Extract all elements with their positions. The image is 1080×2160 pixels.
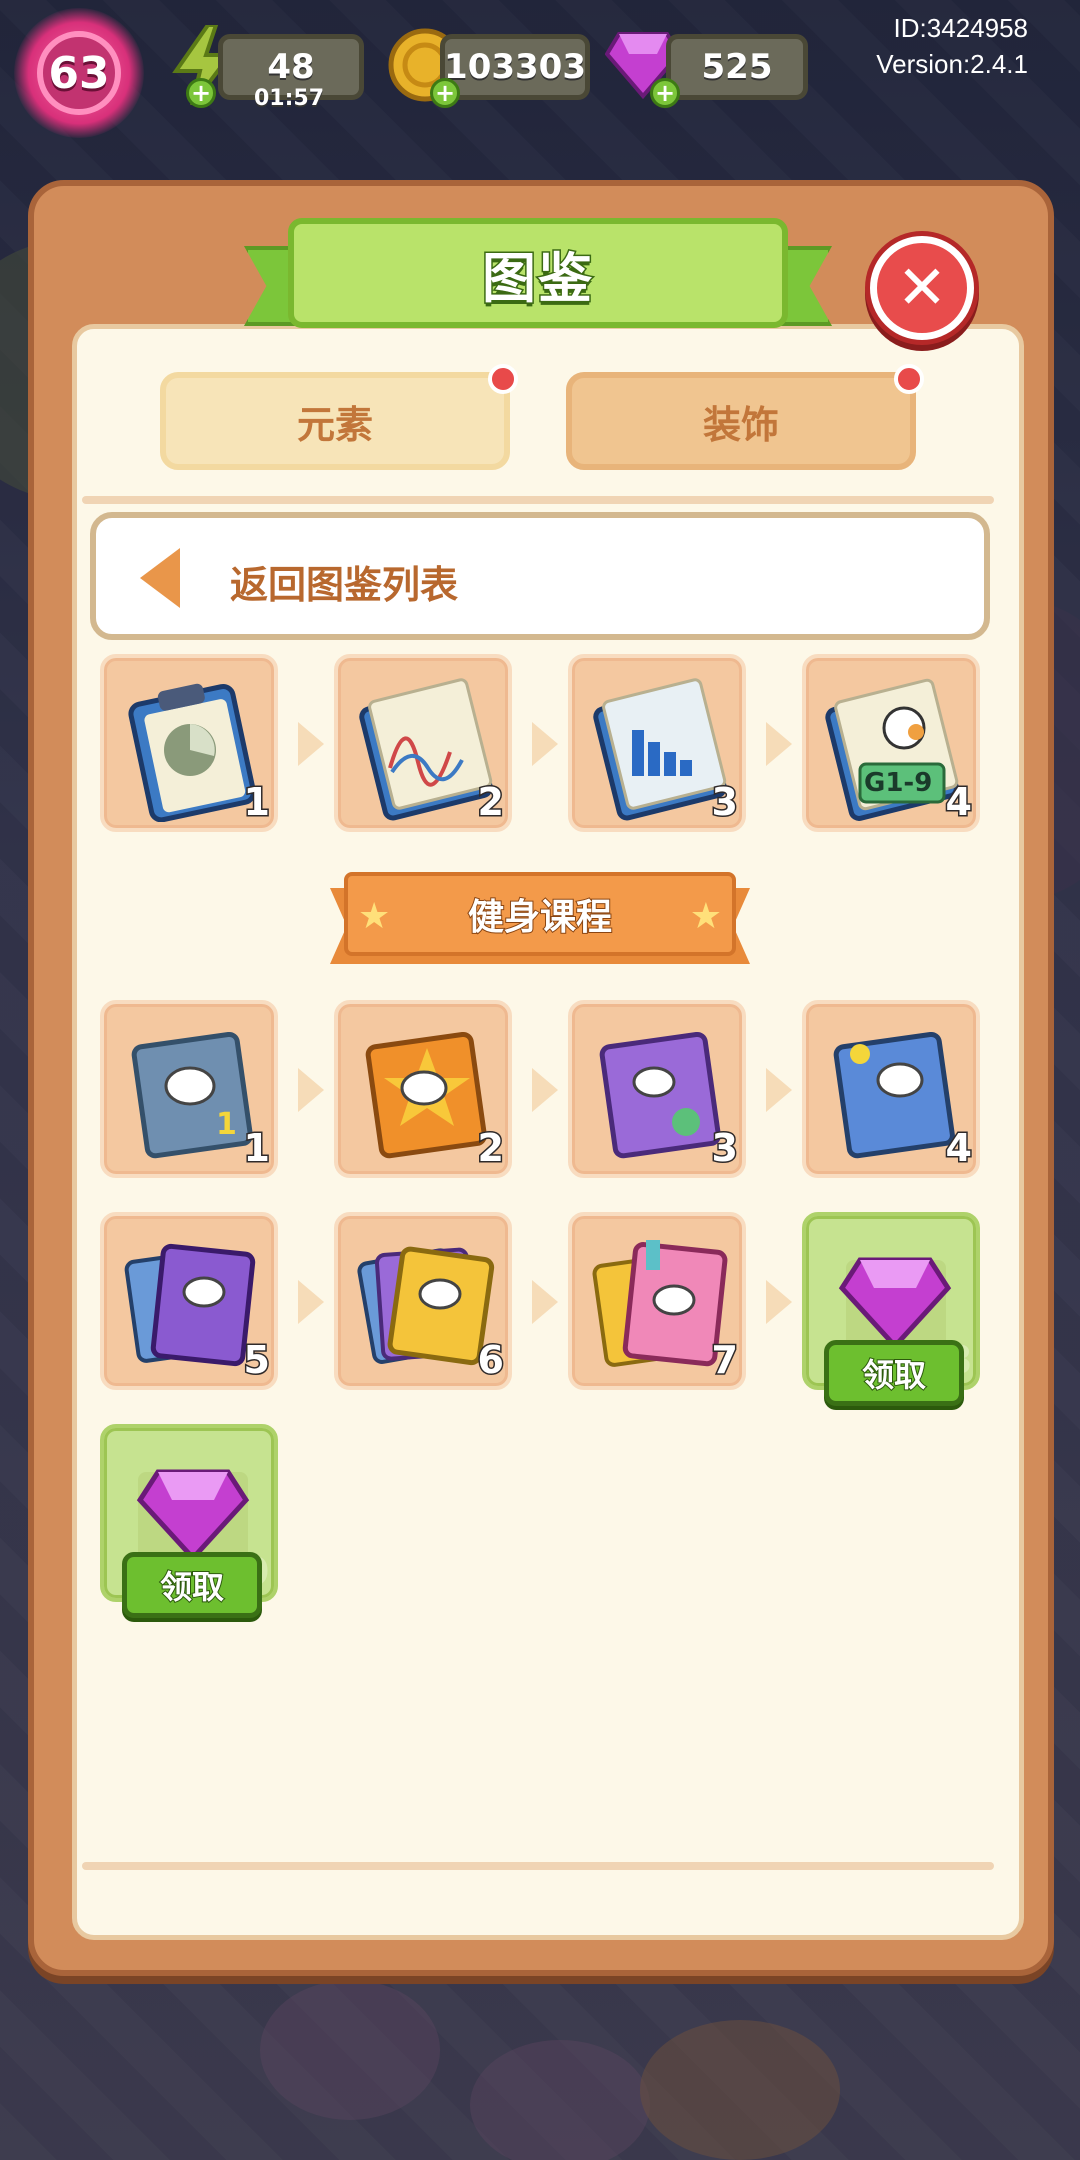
level-badge[interactable]: 63 xyxy=(14,8,144,138)
ribbon-front: 健身课程 xyxy=(344,872,736,956)
tab-elements-notification-dot xyxy=(488,364,518,394)
add-coins-button[interactable]: + xyxy=(430,78,460,108)
claim-button[interactable]: 领取 xyxy=(824,1340,964,1406)
section-title: 健身课程 xyxy=(467,896,613,939)
title-box: 图鉴 xyxy=(288,218,788,328)
course-item-5[interactable]: 5 xyxy=(100,1212,278,1390)
claim-label: 领取 xyxy=(861,1355,927,1395)
close-button[interactable]: ✕ xyxy=(870,236,974,340)
item-level: 1 xyxy=(242,1125,272,1172)
back-to-list-button[interactable]: 返回图鉴列表 xyxy=(90,512,990,640)
chevron-right-icon xyxy=(294,1280,324,1324)
tab-divider xyxy=(82,496,994,504)
gem-value: 525 xyxy=(701,47,773,87)
item-level: 4 xyxy=(944,1125,974,1172)
tab-decorations-label: 装饰 xyxy=(702,402,779,447)
svg-text:1: 1 xyxy=(216,1107,237,1142)
panel-bottom-divider xyxy=(82,1862,994,1870)
item-level: 4 xyxy=(944,779,974,826)
gem-counter: 525 xyxy=(666,34,808,100)
level-value: 63 xyxy=(37,31,121,115)
chain-item-4[interactable]: G1-9 4 xyxy=(802,654,980,832)
version-text: Version:2.4.1 xyxy=(876,49,1028,79)
chevron-right-icon xyxy=(528,1068,558,1112)
course-item-2[interactable]: 2 xyxy=(334,1000,512,1178)
tab-elements[interactable]: 元素 xyxy=(160,372,510,470)
energy-timer: 01:57 xyxy=(254,86,325,111)
tab-decorations[interactable]: 装饰 xyxy=(566,372,916,470)
course-item-4[interactable]: 4 xyxy=(802,1000,980,1178)
claim-button[interactable]: 领取 xyxy=(122,1552,262,1618)
energy-value: 48 xyxy=(267,47,315,87)
item-level: 3 xyxy=(710,779,740,826)
star-icon: ★ xyxy=(358,896,391,937)
top-hud: 63 48 + 01:57 103303 + 525 + ID:3424958 … xyxy=(0,0,1080,138)
course-item-8-reward[interactable]: 8 领取 xyxy=(802,1212,980,1406)
chain-item-3[interactable]: 3 xyxy=(568,654,746,832)
chevron-right-icon xyxy=(528,722,558,766)
chevron-right-icon xyxy=(528,1280,558,1324)
course-item-1[interactable]: 1 1 xyxy=(100,1000,278,1178)
build-info: ID:3424958 Version:2.4.1 xyxy=(876,10,1028,82)
item-level: 6 xyxy=(476,1337,506,1384)
back-label: 返回图鉴列表 xyxy=(230,563,459,607)
course-item-9-reward[interactable]: 9 领取 xyxy=(100,1424,278,1618)
chevron-right-icon xyxy=(762,1068,792,1112)
item-level: 3 xyxy=(710,1125,740,1172)
course-item-3[interactable]: 3 xyxy=(568,1000,746,1178)
item-level: 5 xyxy=(242,1337,272,1384)
course-item-6[interactable]: 6 xyxy=(334,1212,512,1390)
chevron-right-icon xyxy=(294,722,324,766)
coin-counter: 103303 xyxy=(440,34,590,100)
panel-title: 图鉴 xyxy=(481,245,594,311)
back-arrow-icon xyxy=(140,548,180,608)
coin-value: 103303 xyxy=(444,47,586,87)
tab-elements-label: 元素 xyxy=(296,402,373,447)
add-energy-button[interactable]: + xyxy=(186,78,216,108)
claim-label: 领取 xyxy=(159,1567,225,1607)
player-id: ID:3424958 xyxy=(893,13,1028,43)
item-level: 7 xyxy=(710,1337,740,1384)
title-banner: 图鉴 xyxy=(244,218,832,334)
chevron-right-icon xyxy=(294,1068,324,1112)
tab-decorations-notification-dot xyxy=(894,364,924,394)
item-level: 2 xyxy=(476,779,506,826)
chain-item-1[interactable]: 1 xyxy=(100,654,278,832)
star-icon: ★ xyxy=(689,896,722,937)
chevron-right-icon xyxy=(762,722,792,766)
add-gems-button[interactable]: + xyxy=(650,78,680,108)
course-item-7[interactable]: 7 xyxy=(568,1212,746,1390)
chevron-right-icon xyxy=(762,1280,792,1324)
item-level: 2 xyxy=(476,1125,506,1172)
notebook-caption: G1-9 xyxy=(864,768,933,798)
section-ribbon: 健身课程 ★ ★ xyxy=(330,872,750,964)
close-icon: ✕ xyxy=(896,253,948,323)
chain-item-2[interactable]: 2 xyxy=(334,654,512,832)
item-level: 1 xyxy=(242,779,272,826)
